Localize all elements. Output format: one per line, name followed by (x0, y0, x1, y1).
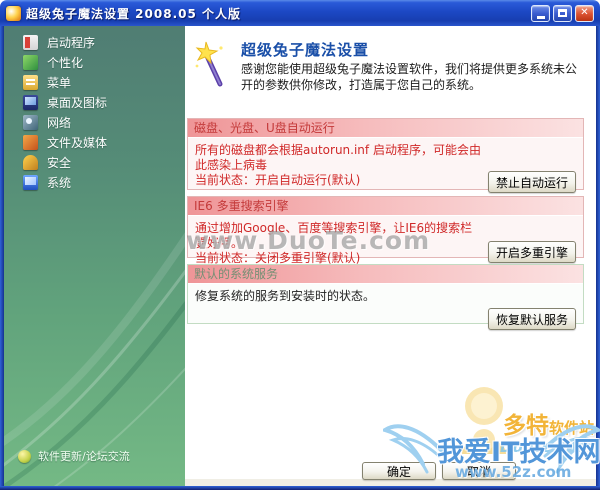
section-default-services-body: 修复系统的服务到安装时的状态。 恢复默认服务 (188, 284, 583, 330)
section-autorun-title: 磁盘、光盘、U盘自动运行 (188, 119, 583, 138)
sidebar: 启动程序 个性化 菜单 桌面及图标 网络 文件及媒体 安全 系统 软件更新/论坛… (4, 26, 185, 486)
maximize-button[interactable] (553, 4, 572, 22)
sidebar-item-files-media[interactable]: 文件及媒体 (4, 132, 185, 152)
sidebar-item-label: 启动程序 (47, 35, 96, 50)
titlebar[interactable]: 超级兔子魔法设置 2008.05 个人版 ✕ (0, 0, 600, 26)
page-header: 超级兔子魔法设置 感谢您能使用超级兔子魔法设置软件，我们将提供更多系统未公开的参… (191, 36, 586, 110)
section-default-services-desc: 修复系统的服务到安装时的状态。 (195, 289, 376, 303)
sidebar-item-startup[interactable]: 启动程序 (4, 32, 185, 52)
page-description: 感谢您能使用超级兔子魔法设置软件，我们将提供更多系统未公开的参数供你修改，打造属… (241, 62, 578, 92)
files-media-icon (23, 134, 38, 150)
bottom-strip (185, 479, 596, 486)
window-border-right (596, 26, 600, 490)
maximize-icon (558, 9, 567, 17)
section-autorun-warning: 所有的磁盘都会根据autorun.inf 启动程序，可能会由此感染上病毒 (195, 143, 481, 172)
sidebar-item-label: 菜单 (47, 75, 72, 90)
network-icon (23, 114, 38, 130)
ok-button[interactable]: 确定 (362, 462, 436, 480)
sidebar-item-label: 文件及媒体 (47, 135, 108, 150)
magic-wand-icon (195, 41, 223, 87)
minimize-button[interactable] (531, 4, 550, 22)
system-icon (23, 174, 38, 190)
sidebar-item-system[interactable]: 系统 (4, 172, 185, 192)
page-title: 超级兔子魔法设置 (241, 41, 370, 59)
section-autorun-status: 当前状态：开启自动运行(默认) (195, 173, 361, 187)
close-button[interactable]: ✕ (575, 4, 594, 22)
personalization-icon (23, 54, 38, 70)
software-update-forum-link[interactable]: 软件更新/论坛交流 (18, 448, 130, 464)
window-border-bottom (0, 486, 600, 490)
update-globe-icon (18, 449, 31, 463)
window-border-left (0, 26, 4, 490)
window-title: 超级兔子魔法设置 2008.05 个人版 (26, 6, 242, 21)
section-ie6-search-body: 通过增加Google、百度等搜索引擎，让IE6的搜索栏更好用。 当前状态：关闭多… (188, 216, 583, 271)
sidebar-footer-label: 软件更新/论坛交流 (38, 450, 130, 463)
menu-icon (23, 74, 38, 90)
enable-multi-engine-button[interactable]: 开启多重引擎 (488, 241, 576, 263)
disable-autorun-button[interactable]: 禁止自动运行 (488, 171, 576, 193)
sidebar-item-security[interactable]: 安全 (4, 152, 185, 172)
app-window: 超级兔子魔法设置 2008.05 个人版 ✕ 启动程序 个性化 菜单 桌面及图标… (0, 0, 600, 490)
sidebar-item-label: 系统 (47, 175, 72, 190)
sidebar-item-label: 桌面及图标 (47, 95, 108, 110)
section-default-services: 默认的系统服务 修复系统的服务到安装时的状态。 恢复默认服务 (187, 264, 584, 330)
app-icon (6, 5, 21, 21)
section-default-services-title: 默认的系统服务 (188, 265, 583, 284)
restore-default-services-button[interactable]: 恢复默认服务 (488, 308, 576, 330)
section-autorun: 磁盘、光盘、U盘自动运行 所有的磁盘都会根据autorun.inf 启动程序，可… (187, 118, 584, 193)
section-autorun-body: 所有的磁盘都会根据autorun.inf 启动程序，可能会由此感染上病毒 当前状… (188, 138, 583, 193)
main-panel: 超级兔子魔法设置 感谢您能使用超级兔子魔法设置软件，我们将提供更多系统未公开的参… (185, 26, 596, 486)
sidebar-item-label: 网络 (47, 115, 72, 130)
minimize-icon (536, 15, 545, 19)
sidebar-item-menu[interactable]: 菜单 (4, 72, 185, 92)
startup-programs-icon (23, 34, 38, 50)
sidebar-item-personalization[interactable]: 个性化 (4, 52, 185, 72)
security-icon (23, 154, 38, 170)
desktop-icons-icon (23, 94, 38, 110)
sidebar-item-label: 个性化 (47, 55, 84, 70)
sidebar-item-label: 安全 (47, 155, 72, 170)
sidebar-swoosh-decoration (4, 232, 185, 486)
sidebar-nav: 启动程序 个性化 菜单 桌面及图标 网络 文件及媒体 安全 系统 (4, 32, 185, 192)
cancel-button[interactable]: 取消 (442, 462, 516, 480)
section-ie6-search-desc: 通过增加Google、百度等搜索引擎，让IE6的搜索栏更好用。 (195, 221, 473, 250)
section-ie6-search: IE6 多重搜索引擎 通过增加Google、百度等搜索引擎，让IE6的搜索栏更好… (187, 196, 584, 265)
section-ie6-search-title: IE6 多重搜索引擎 (188, 197, 583, 216)
sidebar-item-desktop-icons[interactable]: 桌面及图标 (4, 92, 185, 112)
sidebar-item-network[interactable]: 网络 (4, 112, 185, 132)
